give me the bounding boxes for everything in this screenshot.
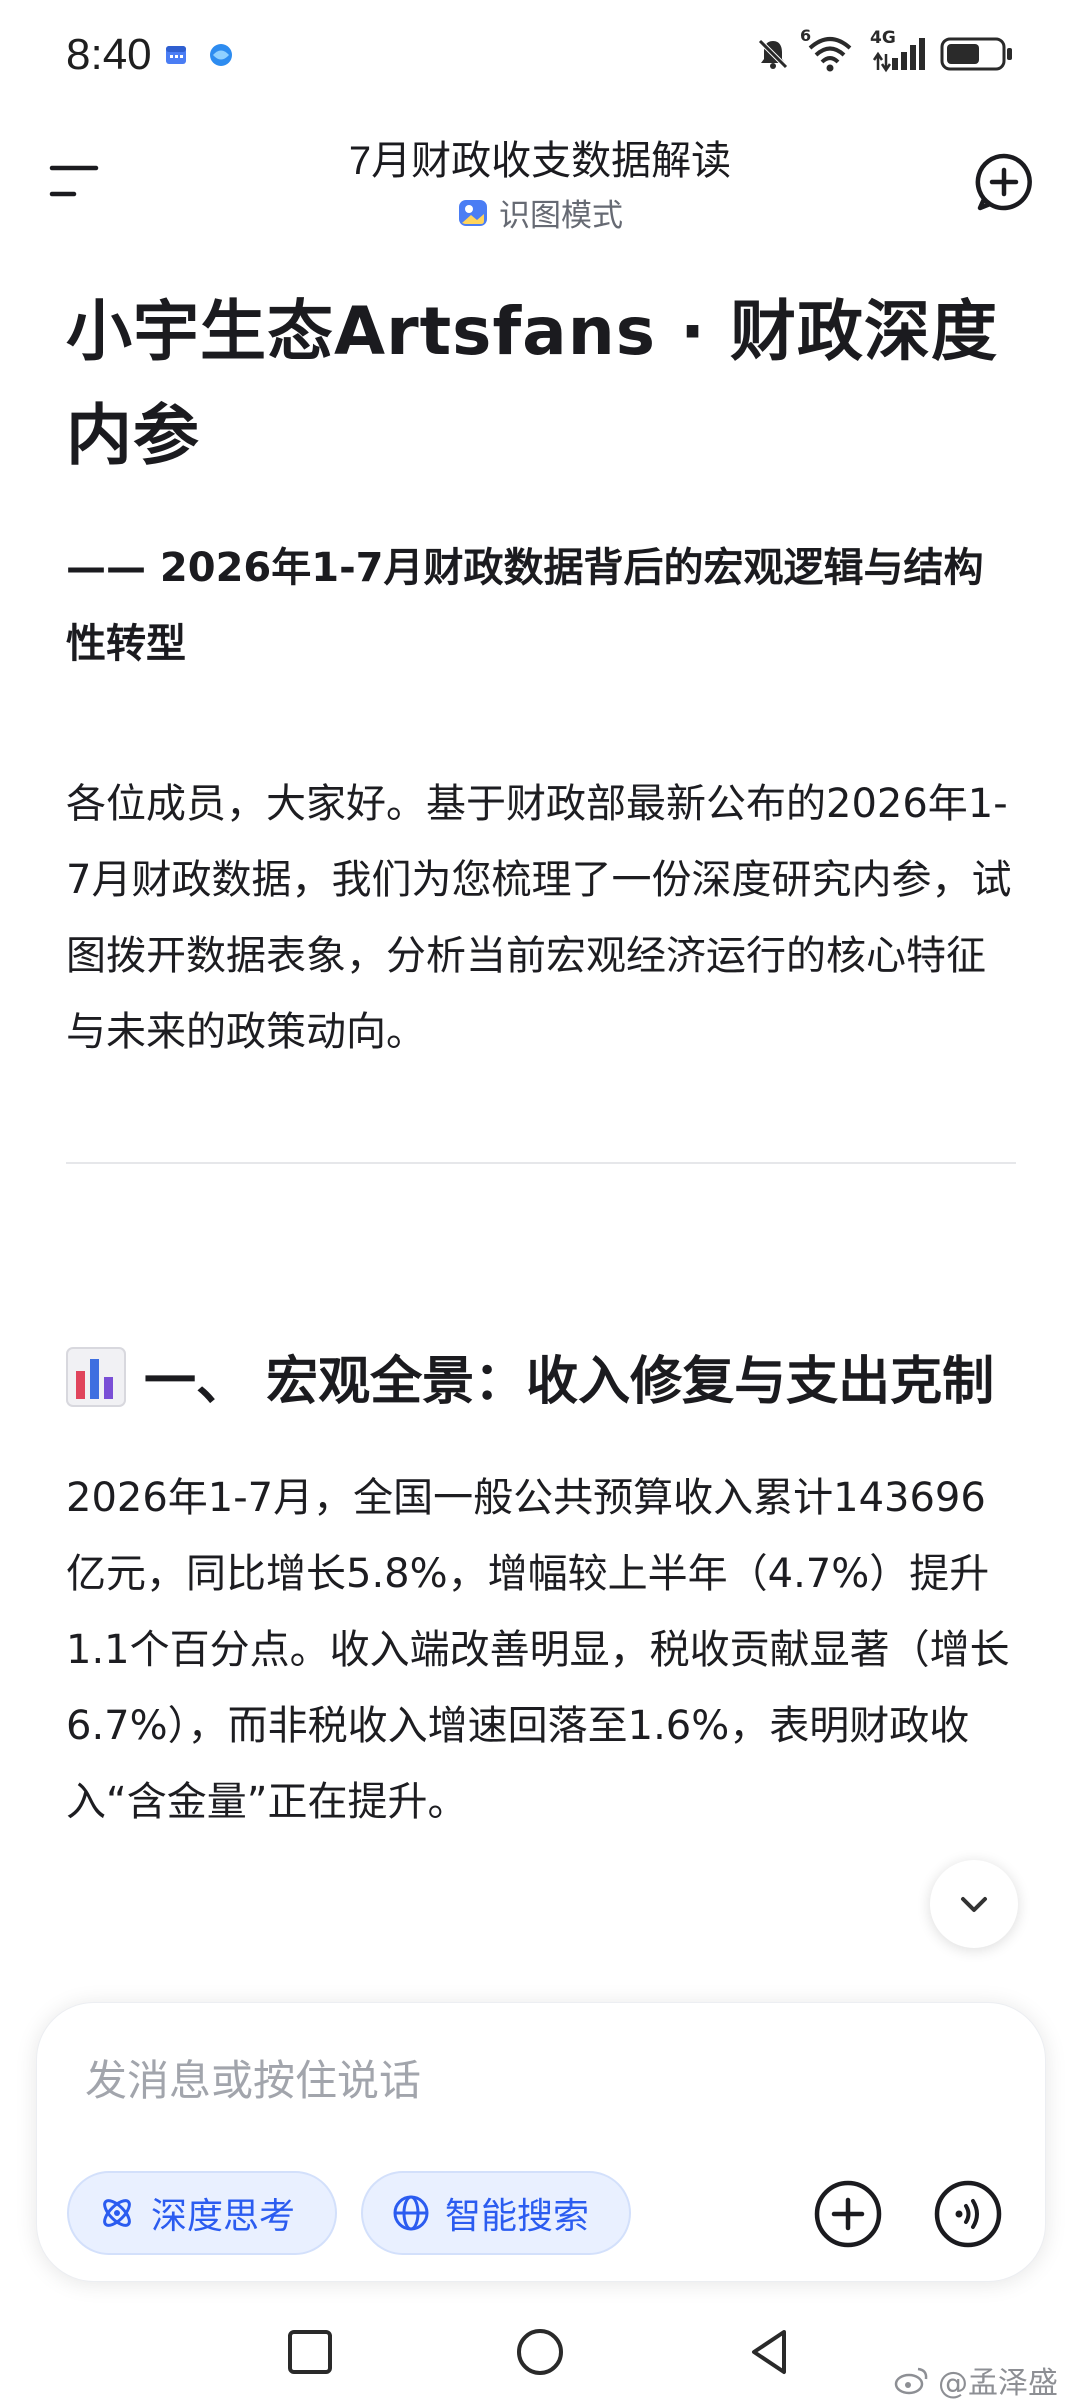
message-content: 小宇生态Artsfans · 财政深度内参 —— 2026年1-7月财政数据背后… [66,280,1016,1840]
scroll-down-button[interactable] [930,1860,1018,1948]
deep-think-button[interactable]: 深度思考 [67,2171,337,2255]
network-type: 4G [870,28,896,48]
image-mode-icon [459,199,487,226]
battery-icon [940,37,1012,71]
section-paragraph: 2026年1-7月，全国一般公共预算收入累计143696亿元，同比增长5.8%，… [66,1475,1010,1825]
bar-chart-icon [66,1347,126,1407]
new-chat-icon[interactable] [972,150,1036,214]
mute-icon [758,39,788,69]
back-icon[interactable] [740,2322,800,2382]
divider [66,1162,1016,1164]
calendar-icon [166,46,186,64]
section-title: 一、 宏观全景：收入修复与支出克制 [144,1352,995,1412]
smart-search-button[interactable]: 智能搜索 [361,2171,631,2255]
wifi-icon: 6 [800,26,856,74]
home-icon[interactable] [510,2322,570,2382]
deep-think-label: 深度思考 [151,2196,296,2237]
article-subtitle: —— 2026年1-7月财政数据背后的宏观逻辑与结构性转型 [66,545,984,667]
smart-search-label: 智能搜索 [445,2196,590,2237]
section-heading: 一、 宏观全景：收入修复与支出克制 [66,1340,1016,1424]
watermark-text: @孟泽盛 [938,2366,1058,2401]
chevron-down-icon [961,1897,987,1912]
mode-label: 识图模式 [0,190,1080,235]
status-time: 8:40 [66,30,152,79]
message-input[interactable] [83,2049,947,2111]
watermark: @孟泽盛 [894,2358,1058,2402]
article-title: 小宇生态Artsfans · 财政深度内参 [66,293,999,474]
intro-paragraph: 各位成员，大家好。基于财政部最新公布的2026年1-7月财政数据，我们为您梳理了… [66,781,1012,1055]
atom-icon [103,2199,131,2227]
browser-icon [210,44,232,66]
mode-text: 识图模式 [499,198,623,234]
chat-header: 7月财政收支数据解读 识图模式 [0,110,1080,250]
chat-title[interactable]: 7月财政收支数据解读 [0,128,1080,186]
globe-icon [393,2195,429,2231]
wifi-badge: 6 [800,26,812,45]
message-composer: 深度思考 智能搜索 [36,2002,1046,2282]
add-attachment-icon[interactable] [813,2179,883,2249]
signal-icon: 4G [870,28,926,74]
status-bar: 8:40 6 4G [0,0,1080,110]
content-fade [0,1940,1080,2000]
voice-call-icon[interactable] [933,2179,1003,2249]
weibo-icon [894,2367,928,2395]
recent-apps-icon[interactable] [280,2322,340,2382]
